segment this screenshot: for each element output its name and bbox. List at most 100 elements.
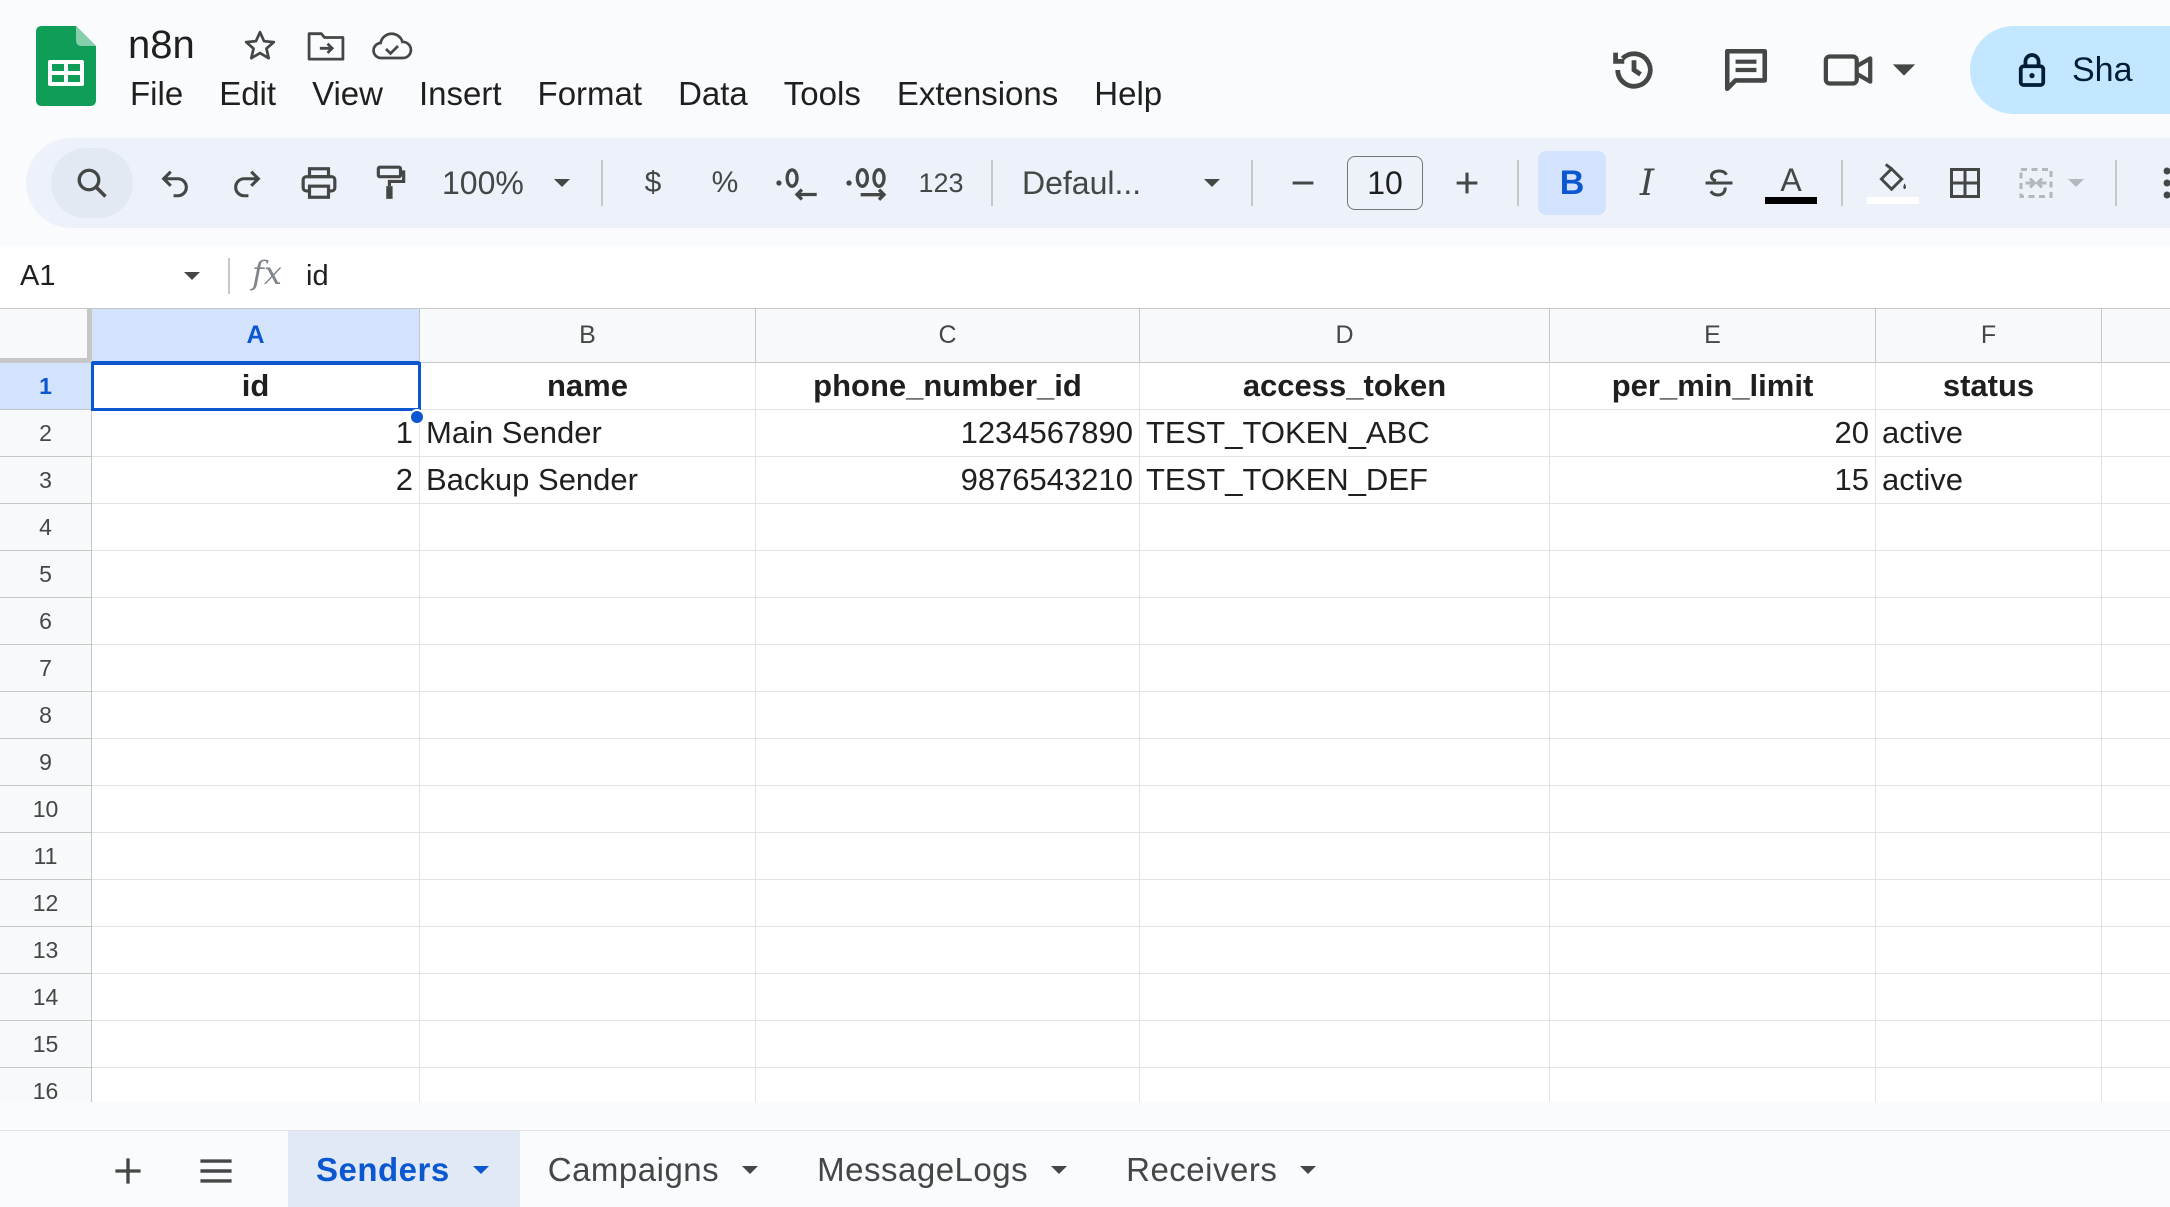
column-header-d[interactable]: D: [1140, 309, 1550, 363]
cell[interactable]: [1140, 504, 1550, 551]
name-box[interactable]: A1: [20, 256, 206, 296]
zoom-select[interactable]: 100%: [432, 151, 582, 215]
cell[interactable]: [92, 927, 420, 974]
chevron-down-icon[interactable]: [1048, 1164, 1070, 1176]
cell[interactable]: [756, 1068, 1140, 1102]
cell[interactable]: [92, 598, 420, 645]
cell[interactable]: 1: [92, 410, 420, 457]
cell[interactable]: [1140, 1021, 1550, 1068]
cell[interactable]: [92, 974, 420, 1021]
more-formats-button[interactable]: 123: [910, 151, 972, 215]
column-header-c[interactable]: C: [756, 309, 1140, 363]
cell[interactable]: [92, 692, 420, 739]
cell[interactable]: 9876543210: [756, 457, 1140, 504]
cell[interactable]: [2102, 551, 2170, 598]
add-sheet-button[interactable]: [98, 1141, 158, 1201]
cell[interactable]: [1876, 833, 2102, 880]
active-cell[interactable]: id: [91, 362, 421, 411]
font-size-input[interactable]: 10: [1347, 156, 1423, 210]
cell[interactable]: [420, 598, 756, 645]
fill-color-button[interactable]: [1862, 151, 1924, 215]
cell[interactable]: [420, 739, 756, 786]
cell[interactable]: [2102, 786, 2170, 833]
cell[interactable]: [1876, 880, 2102, 927]
decrease-decimal-button[interactable]: [766, 151, 828, 215]
cell[interactable]: [1140, 833, 1550, 880]
format-percent-button[interactable]: %: [694, 151, 756, 215]
cell[interactable]: [1550, 598, 1876, 645]
cell[interactable]: [2102, 1021, 2170, 1068]
cell[interactable]: phone_number_id: [756, 363, 1140, 410]
column-header[interactable]: [2102, 309, 2170, 363]
row-header[interactable]: 10: [0, 786, 92, 833]
cell[interactable]: [2102, 974, 2170, 1021]
row-header[interactable]: 14: [0, 974, 92, 1021]
row-header[interactable]: 5: [0, 551, 92, 598]
cell[interactable]: [1140, 598, 1550, 645]
chevron-down-icon[interactable]: [1297, 1164, 1319, 1176]
search-menus-button[interactable]: [51, 148, 133, 218]
cell[interactable]: [1550, 692, 1876, 739]
cell[interactable]: [1550, 551, 1876, 598]
cell[interactable]: [420, 1021, 756, 1068]
cell[interactable]: [2102, 645, 2170, 692]
all-sheets-button[interactable]: [186, 1141, 246, 1201]
chevron-down-icon[interactable]: [739, 1164, 761, 1176]
cell[interactable]: [2102, 1068, 2170, 1102]
row-header[interactable]: 1: [0, 363, 92, 410]
row-header[interactable]: 3: [0, 457, 92, 504]
row-header[interactable]: 9: [0, 739, 92, 786]
row-header[interactable]: 8: [0, 692, 92, 739]
cell[interactable]: TEST_TOKEN_ABC: [1140, 410, 1550, 457]
star-icon[interactable]: [236, 24, 284, 68]
cell[interactable]: [1876, 1068, 2102, 1102]
menu-format[interactable]: Format: [520, 72, 661, 116]
menu-data[interactable]: Data: [660, 72, 766, 116]
cell[interactable]: TEST_TOKEN_DEF: [1140, 457, 1550, 504]
cell[interactable]: [420, 1068, 756, 1102]
redo-button[interactable]: [216, 151, 278, 215]
cell[interactable]: [420, 692, 756, 739]
text-color-button[interactable]: A: [1760, 151, 1822, 215]
comments-icon[interactable]: [1706, 30, 1786, 110]
cell[interactable]: [1550, 786, 1876, 833]
cell[interactable]: [1876, 786, 2102, 833]
cell[interactable]: [1140, 880, 1550, 927]
borders-button[interactable]: [1934, 151, 1996, 215]
cell[interactable]: [92, 504, 420, 551]
cell[interactable]: [420, 645, 756, 692]
cell[interactable]: status: [1876, 363, 2102, 410]
cell[interactable]: [92, 880, 420, 927]
cell[interactable]: [420, 833, 756, 880]
column-header-a[interactable]: A: [92, 309, 420, 363]
cell[interactable]: [1140, 692, 1550, 739]
cell[interactable]: 15: [1550, 457, 1876, 504]
cell[interactable]: [2102, 692, 2170, 739]
font-select[interactable]: Defaul...: [1012, 151, 1232, 215]
cell[interactable]: [1140, 739, 1550, 786]
increase-decimal-button[interactable]: [838, 151, 900, 215]
bold-button[interactable]: B: [1538, 151, 1606, 215]
cell[interactable]: [420, 551, 756, 598]
cell[interactable]: [1550, 504, 1876, 551]
row-header[interactable]: 13: [0, 927, 92, 974]
menu-help[interactable]: Help: [1076, 72, 1180, 116]
cell[interactable]: [92, 786, 420, 833]
sheets-logo-icon[interactable]: [36, 26, 96, 106]
row-header[interactable]: 16: [0, 1068, 92, 1102]
cell[interactable]: [2102, 410, 2170, 457]
cell[interactable]: per_min_limit: [1550, 363, 1876, 410]
cell[interactable]: [420, 504, 756, 551]
cell[interactable]: [1550, 739, 1876, 786]
cell[interactable]: [2102, 927, 2170, 974]
more-options-button[interactable]: [2136, 151, 2170, 215]
cell[interactable]: [1876, 974, 2102, 1021]
undo-button[interactable]: [144, 151, 206, 215]
meet-button[interactable]: [1822, 48, 1926, 92]
formula-input[interactable]: id: [306, 256, 329, 296]
cell[interactable]: [420, 974, 756, 1021]
row-header[interactable]: 4: [0, 504, 92, 551]
cell[interactable]: access_token: [1140, 363, 1550, 410]
cell[interactable]: [420, 880, 756, 927]
cell[interactable]: [756, 974, 1140, 1021]
